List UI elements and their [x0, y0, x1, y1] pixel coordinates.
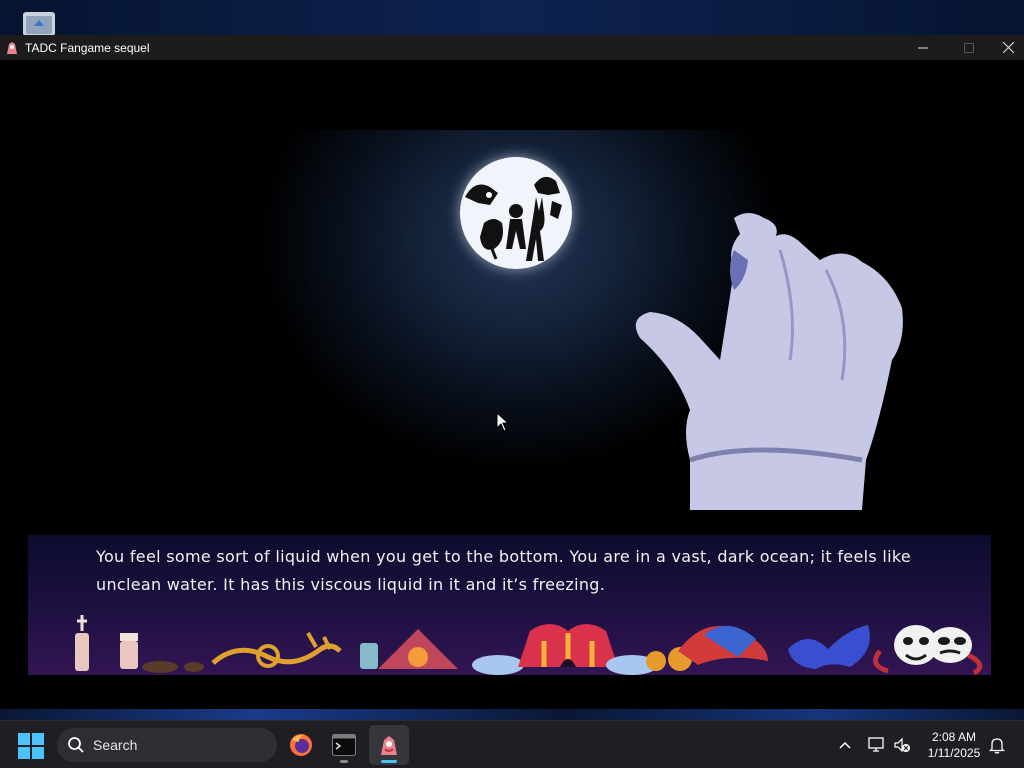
- chess-pieces-icon: [75, 615, 138, 671]
- volume-muted-icon: [894, 737, 910, 753]
- show-hidden-icons-button[interactable]: [833, 733, 857, 757]
- character-icon-strip: [75, 615, 983, 675]
- minimize-button[interactable]: [900, 35, 946, 60]
- network-status[interactable]: [865, 733, 889, 757]
- blue-bow-icon: [788, 625, 870, 669]
- search-icon: [68, 737, 84, 753]
- theater-masks-icon: [873, 625, 983, 675]
- taskbar-firefox[interactable]: [281, 725, 321, 765]
- running-indicator: [340, 760, 348, 763]
- minimize-icon: [918, 47, 928, 48]
- firefox-icon: [290, 734, 312, 756]
- start-button[interactable]: [18, 733, 44, 759]
- title-bar[interactable]: TADC Fangame sequel: [0, 35, 1024, 60]
- game-window: TADC Fangame sequel You feel some sort o…: [0, 35, 1024, 709]
- search-placeholder: Search: [93, 737, 138, 753]
- search-box[interactable]: Search: [57, 728, 277, 762]
- desktop-wallpaper-strip: [0, 709, 1024, 720]
- system-clock[interactable]: 2:08 AM 1/11/2025: [918, 729, 990, 761]
- jester-hat-icon: [646, 625, 768, 671]
- terminal-icon: [332, 734, 356, 756]
- desktop-background: [0, 0, 1024, 36]
- recycle-bin-icon[interactable]: [20, 8, 58, 36]
- game-viewport[interactable]: You feel some sort of liquid when you ge…: [0, 60, 1024, 709]
- taskbar-tadc-game[interactable]: [369, 725, 409, 765]
- clock-time: 2:08 AM: [931, 730, 977, 744]
- chevron-up-icon: [839, 741, 851, 749]
- dialog-box[interactable]: You feel some sort of liquid when you ge…: [28, 535, 991, 675]
- close-button[interactable]: [992, 35, 1024, 60]
- reaching-hand-icon: [635, 213, 903, 510]
- active-indicator: [381, 760, 397, 763]
- volume-status[interactable]: [890, 733, 914, 757]
- network-icon: [868, 737, 884, 752]
- maximize-button[interactable]: [946, 35, 992, 60]
- bell-icon: [989, 738, 1005, 754]
- notifications-button[interactable]: [985, 733, 1009, 757]
- clock-date: 1/11/2025: [927, 746, 981, 760]
- moon-with-silhouettes: [460, 157, 572, 269]
- mouse-cursor-icon: [496, 412, 510, 432]
- circus-tent-icon: [472, 624, 658, 675]
- ocean-scene: [230, 130, 930, 545]
- dialog-text: You feel some sort of liquid when you ge…: [96, 547, 911, 594]
- app-icon: [7, 41, 17, 54]
- window-title: TADC Fangame sequel: [25, 40, 150, 55]
- character-silhouettes-icon: [465, 176, 562, 261]
- tadc-game-icon: [381, 736, 397, 755]
- golden-chain-icon: [211, 632, 342, 668]
- maximize-icon: [964, 42, 974, 53]
- taskbar: Search 2:08 AM 1/11/2025: [0, 720, 1024, 768]
- close-icon: [1002, 42, 1014, 53]
- taskbar-terminal[interactable]: [324, 725, 364, 765]
- windows-logo-icon: [18, 733, 44, 759]
- jar-icon: [360, 643, 378, 669]
